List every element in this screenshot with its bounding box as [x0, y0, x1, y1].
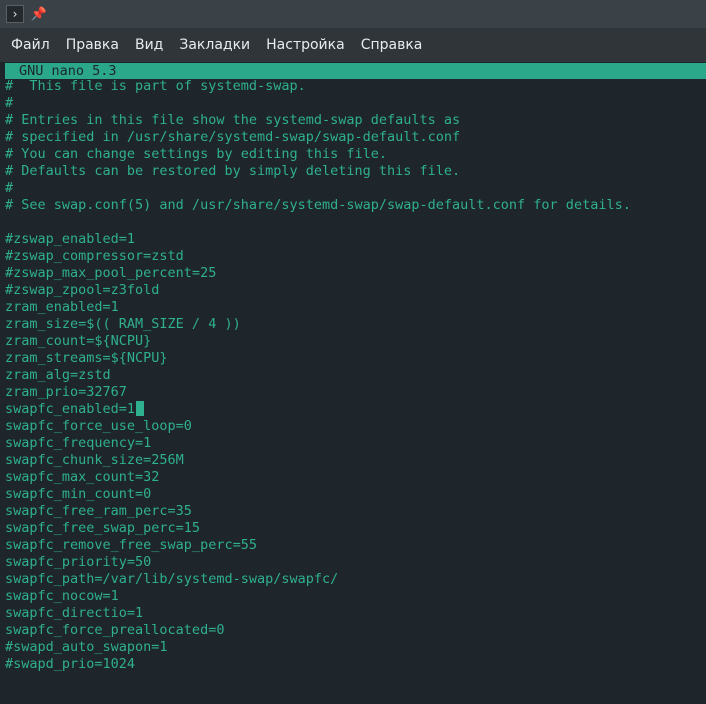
editor-line: # You can change settings by editing thi… [5, 146, 631, 163]
editor-line-text: swapfc_directio=1 [5, 605, 144, 621]
terminal-area[interactable]: GNU nano 5.3 # This file is part of syst… [0, 62, 706, 704]
editor-line-text: swapfc_nocow=1 [5, 588, 119, 604]
menu-bar: Файл Правка Вид Закладки Настройка Справ… [0, 28, 706, 62]
editor-line-text: # [5, 180, 14, 196]
editor-line-text: swapfc_min_count=0 [5, 486, 152, 502]
editor-line-text: #swapd_auto_swapon=1 [5, 639, 168, 655]
editor-line: swapfc_priority=50 [5, 554, 631, 571]
editor-line: # [5, 95, 631, 112]
editor-line: # Defaults can be restored by simply del… [5, 163, 631, 180]
editor-line: # See swap.conf(5) and /usr/share/system… [5, 197, 631, 214]
editor-line: zram_enabled=1 [5, 299, 631, 316]
editor-line-text: swapfc_force_preallocated=0 [5, 622, 225, 638]
editor-line: swapfc_remove_free_swap_perc=55 [5, 537, 631, 554]
editor-line: zram_prio=32767 [5, 384, 631, 401]
editor-line: swapfc_min_count=0 [5, 486, 631, 503]
editor-line: swapfc_force_use_loop=0 [5, 418, 631, 435]
editor-line: #swapd_auto_swapon=1 [5, 639, 631, 656]
nano-header: GNU nano 5.3 [5, 63, 706, 79]
text-cursor [136, 401, 145, 416]
editor-line: swapfc_nocow=1 [5, 588, 631, 605]
editor-line-text: #zswap_max_pool_percent=25 [5, 265, 217, 281]
editor-line: #zswap_zpool=z3fold [5, 282, 631, 299]
menu-help[interactable]: Справка [353, 28, 431, 62]
editor-line-text: zram_count=${NCPU} [5, 333, 152, 349]
editor-line: #zswap_max_pool_percent=25 [5, 265, 631, 282]
editor-line-text: swapfc_chunk_size=256M [5, 452, 184, 468]
editor-line-text: zram_alg=zstd [5, 367, 111, 383]
terminal-icon[interactable]: › [6, 5, 24, 23]
editor-line-text: #swapd_prio=1024 [5, 656, 136, 672]
editor-line [5, 214, 631, 231]
editor-line-text: swapfc_frequency=1 [5, 435, 152, 451]
editor-line-text: # This file is part of systemd-swap. [5, 78, 306, 94]
editor-line: # [5, 180, 631, 197]
editor-line-text: #zswap_zpool=z3fold [5, 282, 160, 298]
editor-line-text: #zswap_enabled=1 [5, 231, 136, 247]
editor-line: swapfc_path=/var/lib/systemd-swap/swapfc… [5, 571, 631, 588]
editor-line: zram_size=$(( RAM_SIZE / 4 )) [5, 316, 631, 333]
editor-line: swapfc_max_count=32 [5, 469, 631, 486]
menu-bookmarks[interactable]: Закладки [171, 28, 258, 62]
editor-line: #swapd_prio=1024 [5, 656, 631, 673]
editor-line-text: swapfc_remove_free_swap_perc=55 [5, 537, 257, 553]
editor-line: # Entries in this file show the systemd-… [5, 112, 631, 129]
editor-line-text: swapfc_path=/var/lib/systemd-swap/swapfc… [5, 571, 339, 587]
editor-line: swapfc_enabled=1 [5, 401, 631, 418]
editor-line-text: # [5, 95, 14, 111]
window-titlebar: › 📌 [0, 0, 706, 28]
editor-line: zram_streams=${NCPU} [5, 350, 631, 367]
editor-line-text: zram_prio=32767 [5, 384, 127, 400]
editor-line: swapfc_force_preallocated=0 [5, 622, 631, 639]
editor-line-text: # See swap.conf(5) and /usr/share/system… [5, 197, 631, 213]
editor-line: swapfc_frequency=1 [5, 435, 631, 452]
editor-content[interactable]: # This file is part of systemd-swap. # # E… [5, 78, 631, 673]
editor-line-text: # Defaults can be restored by simply del… [5, 163, 461, 179]
editor-line: # specified in /usr/share/systemd-swap/s… [5, 129, 631, 146]
editor-line: zram_alg=zstd [5, 367, 631, 384]
editor-line-text: swapfc_free_swap_perc=15 [5, 520, 201, 536]
editor-line: #zswap_enabled=1 [5, 231, 631, 248]
editor-line-text: zram_enabled=1 [5, 299, 119, 315]
editor-line-text: swapfc_max_count=32 [5, 469, 160, 485]
pin-icon[interactable]: 📌 [30, 5, 48, 23]
editor-line: swapfc_chunk_size=256M [5, 452, 631, 469]
editor-line-text: swapfc_enabled=1 [5, 401, 136, 417]
editor-line: swapfc_free_swap_perc=15 [5, 520, 631, 537]
menu-settings[interactable]: Настройка [258, 28, 353, 62]
editor-line-text: # You can change settings by editing thi… [5, 146, 388, 162]
editor-line: #zswap_compressor=zstd [5, 248, 631, 265]
editor-line: swapfc_directio=1 [5, 605, 631, 622]
editor-line-text: # specified in /usr/share/systemd-swap/s… [5, 129, 461, 145]
editor-line: zram_count=${NCPU} [5, 333, 631, 350]
editor-line: swapfc_free_ram_perc=35 [5, 503, 631, 520]
editor-line-text: # Entries in this file show the systemd-… [5, 112, 461, 128]
menu-view[interactable]: Вид [127, 28, 171, 62]
editor-line-text: swapfc_priority=50 [5, 554, 152, 570]
editor-line-text: #zswap_compressor=zstd [5, 248, 184, 264]
editor-line: # This file is part of systemd-swap. [5, 78, 631, 95]
menu-file[interactable]: Файл [3, 28, 58, 62]
editor-line-text: zram_streams=${NCPU} [5, 350, 168, 366]
editor-line-text: zram_size=$(( RAM_SIZE / 4 )) [5, 316, 241, 332]
menu-edit[interactable]: Правка [58, 28, 127, 62]
editor-line-text: swapfc_free_ram_perc=35 [5, 503, 192, 519]
editor-line-text: swapfc_force_use_loop=0 [5, 418, 192, 434]
